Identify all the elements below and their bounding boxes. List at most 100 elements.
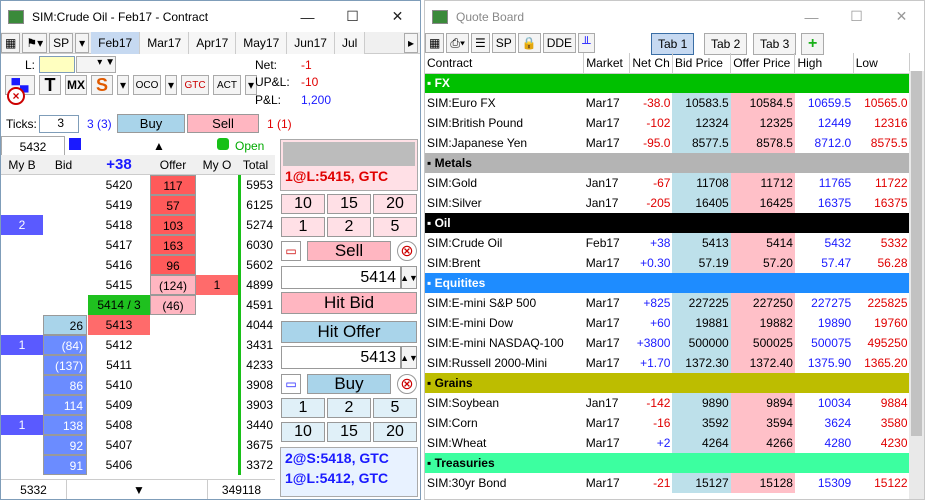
price-cell[interactable]: 5407 <box>88 435 150 455</box>
bid-price-cell[interactable]: 11708 <box>672 173 731 193</box>
net-change-cell[interactable]: -95.0 <box>630 133 673 153</box>
contract-cell[interactable]: SIM:British Pound <box>425 113 584 133</box>
qty-button[interactable]: 5 <box>373 217 417 237</box>
net-change-cell[interactable]: +2 <box>630 433 673 453</box>
month-tab[interactable]: Mar17 <box>140 31 190 54</box>
collapse-icon[interactable]: ▪ <box>427 276 435 290</box>
offer-price-cell[interactable]: 12325 <box>730 113 795 133</box>
offer-cell[interactable]: 57 <box>150 195 196 215</box>
bid-price-cell[interactable]: 227225 <box>672 293 731 313</box>
low-cell[interactable]: 15122 <box>853 473 909 493</box>
offer-cell[interactable]: (124) <box>150 275 196 295</box>
table-row[interactable]: SIM:30yr Bond Mar17 -21 15127 15128 15309 1512… <box>425 473 910 493</box>
high-cell[interactable]: 227275 <box>795 293 853 313</box>
price-cell[interactable]: 5418 <box>88 215 150 235</box>
offer-price-cell[interactable]: 3594 <box>730 413 795 433</box>
my-bid-cell[interactable] <box>1 275 43 295</box>
my-bid-cell[interactable] <box>1 255 43 275</box>
market-cell[interactable]: Mar17 <box>584 333 630 353</box>
qty-button[interactable]: 1 <box>281 217 325 237</box>
ladder-row[interactable]: 5420 117 5953 <box>1 175 275 195</box>
scroll-up-icon[interactable]: ▲ <box>89 136 229 156</box>
market-cell[interactable]: Jan17 <box>584 173 630 193</box>
contract-cell[interactable]: SIM:Wheat <box>425 433 584 453</box>
table-row[interactable]: SIM:Japanese Yen Mar17 -95.0 8577.5 8578.5 87… <box>425 133 910 153</box>
my-offer-cell[interactable] <box>196 455 238 475</box>
qty-button[interactable]: 15 <box>327 422 371 442</box>
s-button[interactable]: S <box>91 75 113 95</box>
bid-cell[interactable]: 26 <box>43 315 87 335</box>
table-row[interactable]: SIM:Gold Jan17 -67 11708 11712 11765 11722 <box>425 173 910 193</box>
my-bid-cell[interactable]: 1 <box>1 335 43 355</box>
ladder-row[interactable]: 1 138 5408 3440 <box>1 415 275 435</box>
bid-price-cell[interactable]: 16405 <box>672 193 731 213</box>
ladder-row[interactable]: 114 5409 3903 <box>1 395 275 415</box>
group-row[interactable]: ▪ Oil <box>425 213 910 233</box>
bid-price-cell[interactable]: 19881 <box>672 313 731 333</box>
contract-cell[interactable]: SIM:E-mini S&P 500 <box>425 293 584 313</box>
ladder-row[interactable]: 5417 163 6030 <box>1 235 275 255</box>
oco-button[interactable]: OCO <box>133 75 161 95</box>
l-dropdown-icon[interactable]: ▾ ▼ <box>76 56 116 73</box>
column-header[interactable]: Net Ch <box>629 53 673 74</box>
bid-price-cell[interactable]: 12324 <box>672 113 731 133</box>
offer-price-cell[interactable]: 227250 <box>730 293 795 313</box>
offer-price-cell[interactable]: 16425 <box>730 193 795 213</box>
s-dropdown-icon[interactable]: ▾ <box>117 75 129 95</box>
ticks-input[interactable]: 3 <box>39 115 79 133</box>
high-cell[interactable]: 15309 <box>795 473 853 493</box>
column-header[interactable]: Market <box>583 53 631 74</box>
l-input[interactable] <box>39 56 75 73</box>
qty-button[interactable]: 15 <box>327 194 371 214</box>
offer-cell[interactable]: (46) <box>150 295 196 315</box>
hit-offer-button[interactable]: Hit Offer <box>281 321 417 343</box>
total-cell[interactable]: 3908 <box>238 375 275 395</box>
ladder-row[interactable]: 26 5413 4044 <box>1 315 275 335</box>
market-cell[interactable]: Mar17 <box>584 353 630 373</box>
tab-1[interactable]: Tab 1 <box>651 33 695 55</box>
qty-button[interactable]: 5 <box>373 398 417 418</box>
maximize-button[interactable]: ☐ <box>330 8 375 25</box>
total-cell[interactable]: 6125 <box>238 195 275 215</box>
ladder-row[interactable]: 91 5406 3372 <box>1 455 275 475</box>
offer-price-cell[interactable]: 1372.40 <box>730 353 795 373</box>
net-change-cell[interactable]: -67 <box>630 173 673 193</box>
high-cell[interactable]: 19890 <box>795 313 853 333</box>
market-cell[interactable]: Mar17 <box>584 133 630 153</box>
net-change-cell[interactable]: +60 <box>630 313 673 333</box>
contract-cell[interactable]: SIM:Japanese Yen <box>425 133 584 153</box>
my-bid-cell[interactable] <box>1 295 43 315</box>
low-cell[interactable]: 10565.0 <box>853 93 909 113</box>
low-cell[interactable]: 19760 <box>853 313 909 333</box>
offer-price-cell[interactable]: 10584.5 <box>730 93 795 113</box>
bid-cell[interactable] <box>43 255 87 275</box>
ladder-row[interactable]: 5414 / 3 (46) 4591 <box>1 295 275 315</box>
high-cell[interactable]: 4280 <box>795 433 853 453</box>
ladder-row[interactable]: 1 (84) 5412 3431 <box>1 335 275 355</box>
column-header[interactable]: Bid Price <box>672 53 732 74</box>
buy-button[interactable]: Buy <box>307 374 391 394</box>
market-cell[interactable]: Jan17 <box>584 193 630 213</box>
column-header[interactable]: Contract <box>425 53 585 74</box>
offer-cell[interactable] <box>150 355 196 375</box>
offer-price-cell[interactable]: 19882 <box>730 313 795 333</box>
low-cell[interactable]: 225825 <box>853 293 909 313</box>
table-row[interactable]: SIM:Russell 2000-Mini Mar17 +1.70 1372.30 13… <box>425 353 910 373</box>
group-row[interactable]: ▪ Grains <box>425 373 910 393</box>
properties-icon[interactable]: ▦ <box>425 33 445 53</box>
price-cell[interactable]: 5413 <box>88 315 150 335</box>
price-cell[interactable]: 5420 <box>88 175 150 195</box>
offer-cell[interactable] <box>150 335 196 355</box>
net-change-cell[interactable]: +1.70 <box>630 353 673 373</box>
my-bid-cell[interactable] <box>1 395 43 415</box>
net-change-cell[interactable]: -102 <box>630 113 673 133</box>
sell-price-input[interactable]: 5414 <box>281 266 401 289</box>
buy-settings-icon[interactable]: ▭ <box>281 374 301 394</box>
table-row[interactable]: SIM:E-mini Dow Mar17 +60 19881 19882 19890 197… <box>425 313 910 333</box>
high-cell[interactable]: 1375.90 <box>795 353 853 373</box>
high-cell[interactable]: 57.47 <box>795 253 853 273</box>
offer-cell[interactable] <box>150 415 196 435</box>
my-bid-cell[interactable] <box>1 195 43 215</box>
table-row[interactable]: SIM:E-mini S&P 500 Mar17 +825 227225 227250 2… <box>425 293 910 313</box>
my-offer-cell[interactable] <box>196 195 238 215</box>
